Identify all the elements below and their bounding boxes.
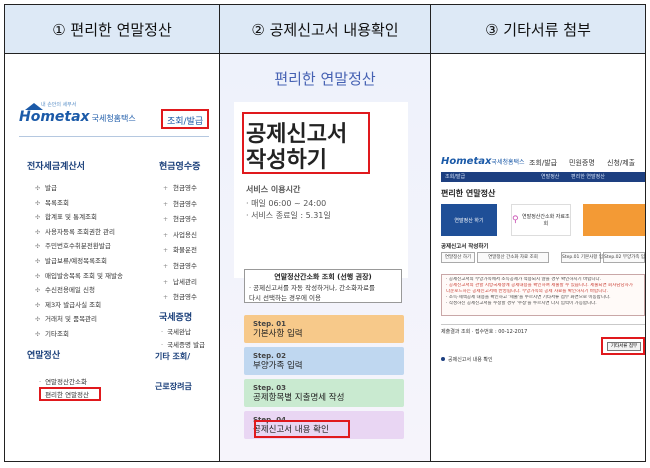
highlight-write-form (242, 112, 370, 174)
section-year-end: 연말정산 (27, 351, 61, 361)
page-title: 편리한 연말정산 (274, 70, 376, 88)
menu-item[interactable]: 기타조회 (35, 327, 123, 342)
header-step-1: ① 편리한 연말정산 (5, 5, 219, 54)
header-step-2: ② 공제신고서 내용확인 (220, 5, 430, 54)
section-tax-cert: 국세증명 (159, 313, 193, 323)
menu-item[interactable]: 수신전용메일 신청 (35, 283, 123, 298)
menu-item[interactable]: 주민번호수취분전환발급 (35, 239, 123, 254)
tab-step-01[interactable]: Step.01 기본사항 입력 (561, 252, 607, 263)
menu-item[interactable]: 현금영수 (163, 212, 197, 228)
notice-box: · 공제신고서의 부양가족에서 소득공제가 적용되지 않을 경우 확인하시기 바… (441, 274, 645, 316)
menu-item[interactable]: 사용자등록 조회권한 관리 (35, 225, 123, 240)
hometax-logo[interactable]: 내 손안의 세무서 Hometax 국세청홈택스 (19, 102, 136, 125)
cash-list: 현금영수 현금영수 현금영수 사업용신 화물운전 현금영수 납세관리 현금영수 (163, 181, 197, 306)
einvoice-list: 발급 목록조회 합계표 및 통계조회 사용자등록 조회권한 관리 주민번호수취분… (35, 181, 123, 342)
panel-hometax-menu: 내 손안의 세무서 Hometax국세청홈택스 조회/발급 전자세금계산서 발급… (5, 54, 219, 461)
menu-item[interactable]: 현금영수 (163, 259, 197, 275)
section-earned-income: 근로장려금 (155, 382, 192, 391)
panel-attach-docs: Hometax국세청홈택스 조회/발급 민원증명 신청/제출 조회/발급 연말정… (431, 54, 645, 461)
breadcrumb-item[interactable]: 조회/발급 (445, 173, 465, 180)
bullet-icon (441, 357, 445, 361)
highlight-attach-button (601, 337, 645, 355)
receipt-info: 제출결과 조회 · 접수번호 : 00-12-2017 (441, 329, 528, 335)
service-hours-line: · 매일 06:00 ~ 24:00 (246, 199, 327, 208)
menu-item[interactable]: 발급보류/예정목록조회 (35, 254, 123, 269)
simplified-inquiry-notice[interactable]: 연말정산간소화 조회 (선행 권장) · 공제신고서를 자동 작성하거나, 간소… (244, 269, 402, 303)
section-einvoice: 전자세금계산서 (27, 162, 85, 172)
tab-simplified[interactable]: 연말정산 간소화 자료 조회 (477, 252, 549, 263)
panel-deduction-form: 편리한 연말정산 공제신고서 작성하기 서비스 이용시간 · 매일 06:00 … (220, 54, 430, 461)
top-menu-inquiry[interactable]: 조회/발급 (529, 158, 557, 168)
search-icon: ⚲ (512, 215, 519, 225)
top-menu-apply[interactable]: 신청/제출 (607, 158, 635, 168)
step-01-button[interactable]: Step. 01 기본사항 입력 (244, 315, 404, 343)
menu-item[interactable]: 사업용신 (163, 228, 197, 244)
menu-item[interactable]: 매입발송목록 조회 및 재발송 (35, 269, 123, 284)
section-cash-receipt: 현금영수증 (159, 162, 201, 172)
highlight-convenient (39, 387, 101, 401)
menu-item[interactable]: 화물운전 (163, 243, 197, 259)
menu-item[interactable]: 현금영수 (163, 290, 197, 306)
hometax-logo[interactable]: Hometax국세청홈택스 (441, 156, 525, 167)
step-03-button[interactable]: Step. 03 공제항목별 지출명세 작성 (244, 379, 404, 407)
tutorial-frame: ① 편리한 연말정산 ② 공제신고서 내용확인 ③ 기타서류 첨부 내 손안의 … (4, 4, 646, 462)
bottom-item[interactable]: 공제신고서 내용 확인 (441, 356, 493, 363)
service-hours-label: 서비스 이용시간 (246, 185, 301, 194)
tab-step-02[interactable]: Step.02 부양가족 입력 (603, 252, 645, 263)
menu-item[interactable]: 발급 (35, 181, 123, 196)
menu-item[interactable]: 납세관리 (163, 275, 197, 291)
tile-year-end[interactable]: 연말정산 하기 (441, 204, 497, 236)
tax-cert-list: 국세완납 국세증명 발급 (161, 326, 205, 352)
tab-year-end[interactable]: 연말정산 하기 (441, 252, 475, 263)
menu-item[interactable]: 목록조회 (35, 196, 123, 211)
menu-item[interactable]: 거래처 및 품목관리 (35, 312, 123, 327)
menu-item[interactable]: 합계표 및 통계조회 (35, 210, 123, 225)
menu-item[interactable]: 현금영수 (163, 181, 197, 197)
breadcrumb-bar: 조회/발급 연말정산 편리한 연말정산 (441, 172, 645, 182)
section-other-inquiry: 기타 조회/ (155, 352, 191, 361)
highlight-menu (161, 109, 209, 129)
tile-simplified-data[interactable]: ⚲ 연말정산간소화 자료조회 (511, 204, 571, 236)
page-title: 편리한 연말정산 (441, 189, 496, 198)
tile-orange[interactable] (583, 204, 645, 236)
header-step-3: ③ 기타서류 첨부 (431, 5, 645, 54)
menu-item[interactable]: 현금영수 (163, 197, 197, 213)
top-menu-civil[interactable]: 민원증명 (569, 158, 595, 168)
menu-item[interactable]: 제3자 발급사실 조회 (35, 298, 123, 313)
breadcrumb-item[interactable]: 편리한 연말정산 (571, 173, 605, 180)
step-02-button[interactable]: Step. 02 부양가족 입력 (244, 347, 404, 375)
breadcrumb-item[interactable]: 연말정산 (541, 173, 559, 180)
service-end-line: · 서비스 종료일 : 5.31일 (246, 211, 331, 220)
highlight-step-04 (254, 420, 350, 438)
menu-item[interactable]: 국세완납 (161, 326, 205, 339)
section-write-form: 공제신고서 작성하기 (441, 244, 489, 250)
